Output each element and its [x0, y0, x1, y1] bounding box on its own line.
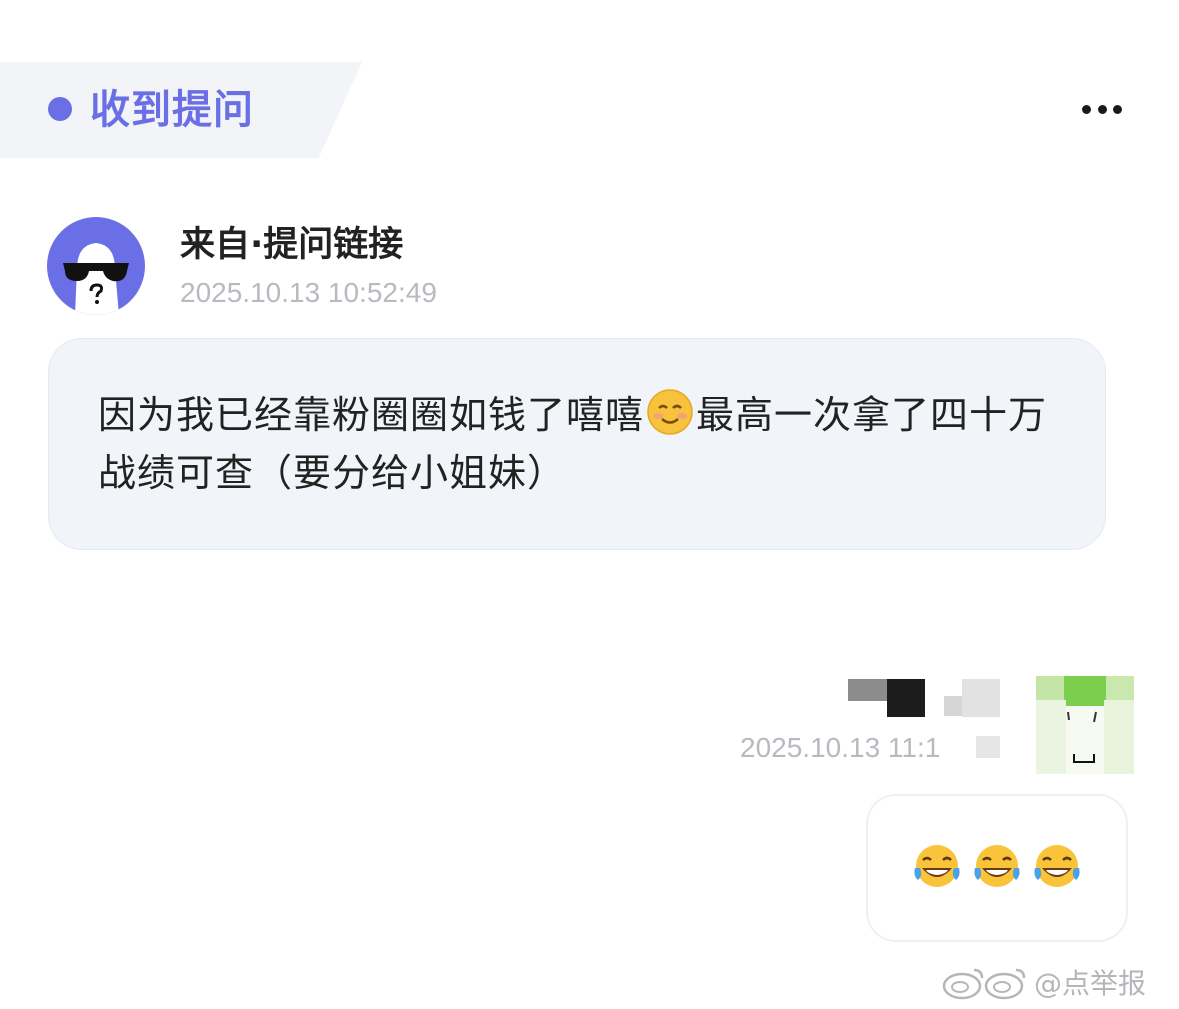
anonymous-avatar[interactable] — [47, 217, 145, 315]
laughing-tears-icon — [974, 845, 1020, 887]
question-text: 因为我已经靠粉圈圈如钱了嘻嘻 最高一次拿了四十万战绩可查（要分给小姐妹） — [98, 386, 1058, 502]
reply-timestamp: 2025.10.13 11:1 — [740, 732, 941, 763]
watermark: @点举报 — [940, 960, 1146, 1004]
header-dot-icon — [48, 97, 72, 121]
reply-avatar[interactable] — [1036, 676, 1134, 774]
redacted-name-block-4 — [962, 679, 1000, 717]
more-options-button[interactable] — [1076, 94, 1128, 124]
smiling-face-icon — [647, 389, 693, 435]
redacted-name-block-3 — [944, 696, 964, 716]
more-dots-icon — [1082, 104, 1091, 114]
redacted-time-block — [976, 736, 1000, 758]
redacted-name-block-2 — [887, 679, 925, 717]
sender-name: 来自·提问链接 — [180, 225, 404, 265]
question-timestamp: 2025.10.13 10:52:49 — [180, 277, 437, 308]
page-title: 收到提问 — [90, 87, 254, 133]
weibo-logo-icon — [942, 968, 1026, 1000]
watermark-handle: @点举报 — [1034, 967, 1147, 1000]
reply-bubble — [866, 794, 1128, 942]
laughing-tears-icon — [1034, 845, 1080, 887]
question-text-part1: 因为我已经靠粉圈圈如钱了嘻嘻 — [98, 393, 645, 437]
laughing-tears-icon — [914, 845, 960, 887]
redacted-name-block-1 — [848, 679, 888, 701]
